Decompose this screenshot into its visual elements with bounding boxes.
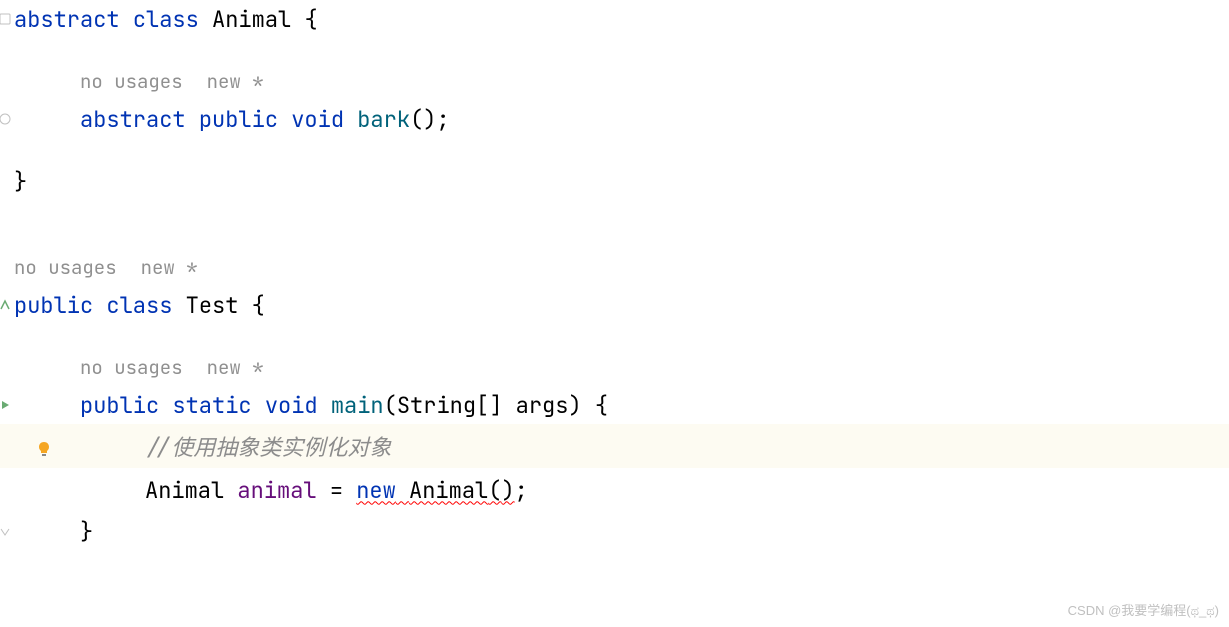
code-editor[interactable]: abstract class Animal { no usages new * … [0, 0, 1229, 550]
usage-hint[interactable]: no usages [14, 255, 117, 280]
keyword-static: static [172, 391, 251, 420]
comment-text: //使用抽象类实例化对象 [145, 430, 391, 462]
new-hint[interactable]: new * [207, 355, 264, 380]
variable-animal: animal [237, 476, 316, 505]
brace-close: } [80, 517, 93, 546]
code-line-highlighted[interactable]: //使用抽象类实例化对象 [0, 424, 1229, 468]
spacer [0, 138, 1229, 162]
keyword-class: class [106, 291, 172, 320]
spacer [0, 324, 1229, 348]
keyword-void: void [265, 391, 318, 420]
paren-open: ( [384, 391, 397, 420]
spacer [0, 38, 1229, 62]
keyword-abstract: abstract [80, 105, 186, 134]
keyword-public: public [80, 391, 159, 420]
code-line[interactable]: } [0, 162, 1229, 200]
hint-line[interactable]: no usages new * [0, 62, 1229, 100]
paren-close-error: ) [501, 476, 514, 505]
usage-hint[interactable]: no usages [80, 355, 183, 380]
ctor-animal-error: Animal [409, 476, 488, 505]
keyword-public: public [199, 105, 278, 134]
equals: = [330, 476, 343, 505]
param-name: args [516, 391, 569, 420]
usage-hint[interactable]: no usages [80, 69, 183, 94]
code-line[interactable]: abstract class Animal { [0, 0, 1229, 38]
method-end-gutter-icon [0, 524, 12, 538]
intention-bulb-icon[interactable] [35, 436, 55, 456]
new-hint[interactable]: new * [141, 255, 198, 280]
type-animal: Animal [145, 476, 224, 505]
brace-open: { [252, 291, 265, 320]
empty-line[interactable] [0, 200, 1229, 248]
paren-open-error: ( [488, 476, 501, 505]
hint-line[interactable]: no usages new * [0, 348, 1229, 386]
code-line[interactable]: public static void main ( String[] args … [0, 386, 1229, 424]
class-gutter-icon [0, 298, 12, 312]
code-line[interactable]: abstract public void bark (); [0, 100, 1229, 138]
brace-close: } [14, 167, 27, 196]
new-hint[interactable]: new * [207, 69, 264, 94]
code-line[interactable]: Animal animal = new Animal ( ) ; [0, 468, 1229, 512]
hint-line[interactable]: no usages new * [0, 248, 1229, 286]
keyword-new-error: new [356, 476, 396, 505]
run-gutter-icon[interactable] [0, 398, 12, 412]
keyword-public: public [14, 291, 93, 320]
keyword-abstract: abstract [14, 5, 120, 34]
semicolon: ; [515, 476, 528, 505]
param-type: String[] [397, 391, 503, 420]
punctuation: (); [410, 105, 450, 134]
brace-open: { [595, 391, 608, 420]
method-name-main: main [331, 391, 384, 420]
brace-open: { [304, 5, 317, 34]
keyword-void: void [291, 105, 344, 134]
code-line[interactable]: public class Test { [0, 286, 1229, 324]
code-line[interactable]: } [0, 512, 1229, 550]
keyword-class: class [133, 5, 199, 34]
class-name-test: Test [186, 291, 239, 320]
class-name-animal: Animal [212, 5, 291, 34]
class-gutter-icon [0, 12, 12, 26]
method-gutter-icon [0, 112, 12, 126]
watermark-text: CSDN @我要学编程(ಥ_ಥ) [1068, 600, 1219, 619]
paren-close: ) [568, 391, 581, 420]
method-name-bark: bark [357, 105, 410, 134]
